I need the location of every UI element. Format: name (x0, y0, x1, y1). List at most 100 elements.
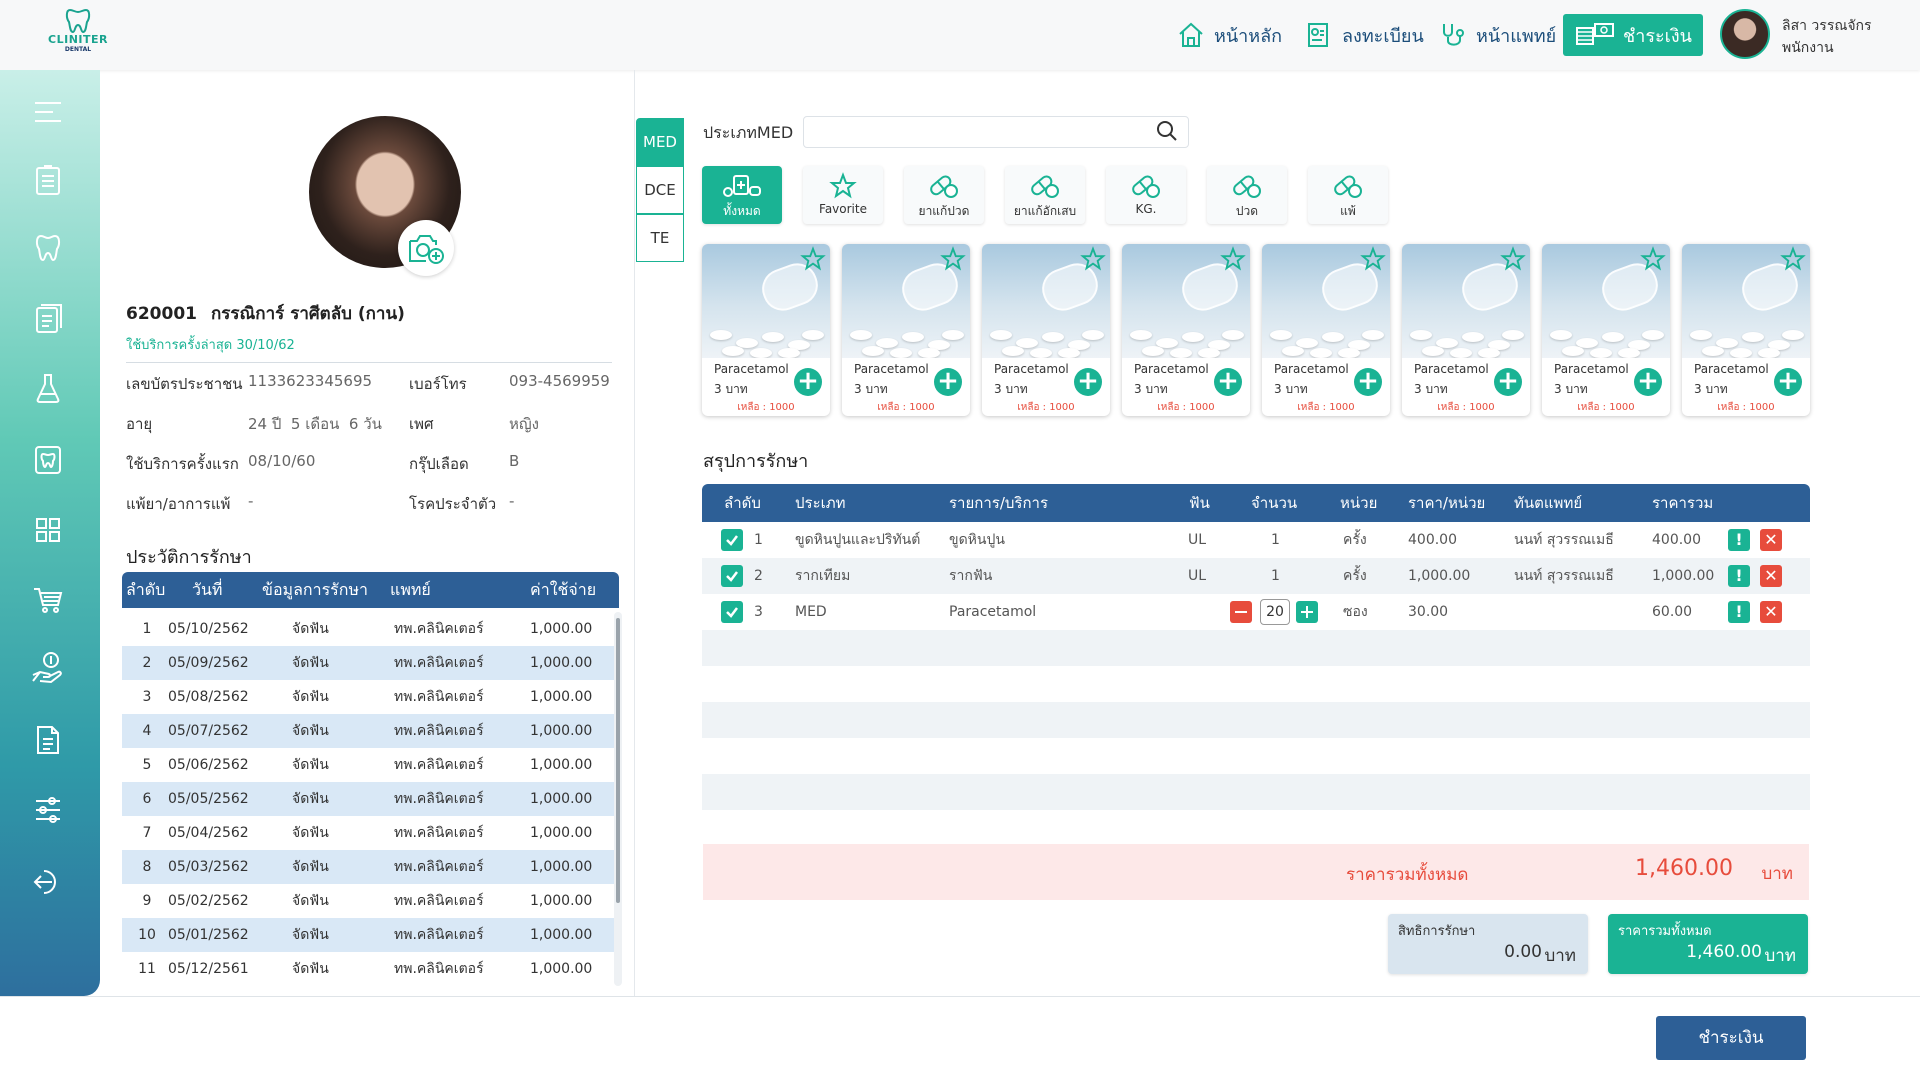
add-to-cart-button[interactable]: + (934, 368, 962, 396)
category-favorite[interactable]: Favorite (803, 166, 883, 224)
dental-chart-icon[interactable] (30, 442, 66, 478)
tab-dce[interactable]: DCE (636, 166, 684, 214)
add-to-cart-button[interactable]: + (1774, 368, 1802, 396)
history-row[interactable]: 7 05/04/2562 จัดฟัน ทพ.คลินิคเตอร์ 1,000.00 (122, 816, 614, 850)
favorite-star-icon[interactable] (1080, 246, 1106, 276)
product-card[interactable]: Paracetamol 3 บาท เหลือ : 1000 + (1542, 244, 1670, 416)
delete-row-button[interactable]: ✕ (1760, 601, 1782, 623)
category-item[interactable]: แพ้ (1308, 166, 1388, 224)
logout-icon[interactable] (30, 864, 66, 900)
history-cell-no: 5 (142, 757, 152, 773)
star-icon (803, 172, 883, 200)
favorite-star-icon[interactable] (940, 246, 966, 276)
tab-med[interactable]: MED (636, 118, 684, 166)
add-to-cart-button[interactable]: + (1214, 368, 1242, 396)
history-cell-cost: 1,000.00 (530, 791, 593, 807)
qty-increase-button[interactable] (1296, 601, 1318, 623)
add-to-cart-button[interactable]: + (794, 368, 822, 396)
favorite-star-icon[interactable] (1640, 246, 1666, 276)
grid-icon[interactable] (30, 512, 66, 548)
field-value-phone: 093-4569959 (509, 372, 610, 390)
history-row[interactable]: 9 05/02/2562 จัดฟัน ทพ.คลินิคเตอร์ 1,000.00 (122, 884, 614, 918)
history-row[interactable]: 2 05/09/2562 จัดฟัน ทพ.คลินิคเตอร์ 1,000.00 (122, 646, 614, 680)
product-card[interactable]: Paracetamol 3 บาท เหลือ : 1000 + (1682, 244, 1810, 416)
delete-row-button[interactable]: ✕ (1760, 565, 1782, 587)
nav-register[interactable]: ลงทะเบียน (1304, 14, 1424, 56)
favorite-star-icon[interactable] (800, 246, 826, 276)
summary-row[interactable]: 3 MED Paracetamol ซอง 30.00 60.00 20! ✕ (702, 594, 1810, 630)
qty-input[interactable]: 20 (1260, 599, 1290, 625)
row-checkbox[interactable] (721, 601, 743, 623)
product-name: Paracetamol (1694, 362, 1769, 376)
nav-payment[interactable]: ชำระเงิน (1563, 14, 1703, 56)
history-row[interactable]: 4 05/07/2562 จัดฟัน ทพ.คลินิคเตอร์ 1,000.00 (122, 714, 614, 748)
summary-cell-item: รากฟัน (949, 568, 993, 584)
pill-icon (904, 172, 984, 200)
sliders-icon[interactable] (30, 792, 66, 828)
add-to-cart-button[interactable]: + (1494, 368, 1522, 396)
history-row[interactable]: 8 05/03/2562 จัดฟัน ทพ.คลินิคเตอร์ 1,000.00 (122, 850, 614, 884)
money-hand-icon[interactable] (30, 650, 66, 686)
row-checkbox[interactable] (721, 565, 743, 587)
tooth-icon[interactable] (30, 230, 66, 266)
history-row[interactable]: 5 05/06/2562 จัดฟัน ทพ.คลินิคเตอร์ 1,000.00 (122, 748, 614, 782)
tab-te[interactable]: TE (636, 214, 684, 262)
menu-icon[interactable] (30, 94, 66, 130)
product-price: 3 บาท (994, 382, 1028, 396)
summary-row[interactable]: 2 รากเทียม รากฟัน UL ครั้ง 1,000.00 นนท์ สุวรร… (702, 558, 1810, 594)
history-cell-cost: 1,000.00 (530, 723, 593, 739)
category-item[interactable]: ปวด (1207, 166, 1287, 224)
favorite-star-icon[interactable] (1360, 246, 1386, 276)
change-photo-button[interactable] (398, 220, 454, 276)
nav-doctor[interactable]: หน้าแพทย์ (1438, 14, 1556, 56)
document-icon[interactable] (30, 722, 66, 758)
summary-cell-type: ขูดหินปูนและปริทันต์ (795, 532, 921, 548)
records-icon[interactable] (30, 300, 66, 336)
favorite-star-icon[interactable] (1220, 246, 1246, 276)
clinic-logo[interactable]: CLINITER DENTAL (48, 6, 108, 62)
history-row[interactable]: 3 05/08/2562 จัดฟัน ทพ.คลินิคเตอร์ 1,000.00 (122, 680, 614, 714)
history-row[interactable]: 11 05/12/2561 จัดฟัน ทพ.คลินิคเตอร์ 1,000.00 (122, 952, 614, 986)
note-button[interactable]: ! (1728, 601, 1750, 623)
history-cell-no: 3 (142, 689, 152, 705)
product-card[interactable]: Paracetamol 3 บาท เหลือ : 1000 + (1122, 244, 1250, 416)
scroll-thumb[interactable] (616, 618, 620, 903)
category-all[interactable]: ทั้งหมด (702, 166, 782, 224)
search-icon[interactable] (1156, 120, 1178, 142)
history-scrollbar[interactable] (614, 612, 622, 986)
add-to-cart-button[interactable]: + (1354, 368, 1382, 396)
history-row[interactable]: 10 05/01/2562 จัดฟัน ทพ.คลินิคเตอร์ 1,000.00 (122, 918, 614, 952)
tooth-logo-icon (65, 8, 91, 34)
qty-decrease-button[interactable] (1230, 601, 1252, 623)
field-value-id: 1133623345695 (248, 372, 373, 390)
history-row[interactable]: 1 05/10/2562 จัดฟัน ทพ.คลินิคเตอร์ 1,000.00 (122, 612, 614, 646)
product-card[interactable]: Paracetamol 3 บาท เหลือ : 1000 + (842, 244, 970, 416)
add-to-cart-button[interactable]: + (1634, 368, 1662, 396)
nav-home[interactable]: หน้าหลัก (1176, 14, 1282, 56)
row-checkbox[interactable] (721, 529, 743, 551)
favorite-star-icon[interactable] (1780, 246, 1806, 276)
product-card[interactable]: Paracetamol 3 บาท เหลือ : 1000 + (1402, 244, 1530, 416)
category-item[interactable]: ยาแก้ปวด (904, 166, 984, 224)
product-card[interactable]: Paracetamol 3 บาท เหลือ : 1000 + (1262, 244, 1390, 416)
product-card[interactable]: Paracetamol 3 บาท เหลือ : 1000 + (702, 244, 830, 416)
note-button[interactable]: ! (1728, 565, 1750, 587)
add-to-cart-button[interactable]: + (1074, 368, 1102, 396)
pay-button[interactable]: ชำระเงิน (1656, 1016, 1806, 1060)
history-cell-date: 05/06/2562 (168, 757, 249, 773)
user-avatar[interactable] (1720, 9, 1770, 59)
clipboard-icon[interactable] (30, 162, 66, 198)
product-card[interactable]: Paracetamol 3 บาท เหลือ : 1000 + (982, 244, 1110, 416)
flask-icon[interactable] (30, 370, 66, 406)
category-label: ยาแก้อักเสบ (1013, 204, 1077, 218)
favorite-star-icon[interactable] (1500, 246, 1526, 276)
note-button[interactable]: ! (1728, 529, 1750, 551)
delete-row-button[interactable]: ✕ (1760, 529, 1782, 551)
cart-icon[interactable] (30, 582, 66, 618)
sidebar (0, 70, 100, 996)
category-item[interactable]: KG. (1106, 166, 1186, 224)
history-row[interactable]: 6 05/05/2562 จัดฟัน ทพ.คลินิคเตอร์ 1,000.00 (122, 782, 614, 816)
category-item[interactable]: ยาแก้อักเสบ (1005, 166, 1085, 224)
search-input[interactable] (803, 116, 1189, 148)
summary-row[interactable]: 1 ขูดหินปูนและปริทันต์ ขูดหินปูน UL ครั้ง 400… (702, 522, 1810, 558)
